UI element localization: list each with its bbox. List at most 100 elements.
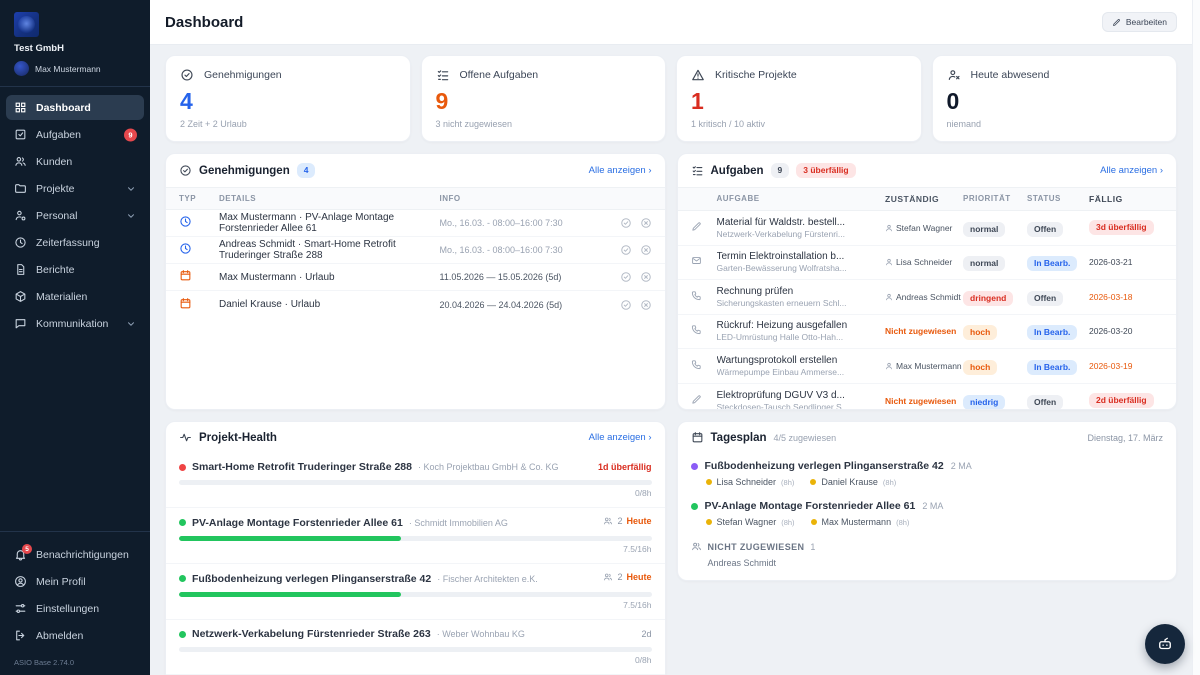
reject-icon[interactable] bbox=[640, 299, 652, 311]
sidebar-item-label: Abmelden bbox=[36, 630, 83, 642]
project-name: PV-Anlage Montage Forstenrieder Allee 61 bbox=[192, 517, 403, 529]
approval-info: Mo., 16.03. - 08:00–16:00 7:30 bbox=[440, 218, 610, 228]
approval-row[interactable]: Max Mustermann · Urlaub 11.05.2026 — 15.… bbox=[166, 264, 665, 291]
tasks-panel: Aufgaben 9 3 überfällig Alle anzeigen › … bbox=[677, 153, 1178, 410]
project-status-dot bbox=[179, 575, 186, 582]
approve-icon[interactable] bbox=[620, 299, 632, 311]
task-row[interactable]: Rechnung prüfenSicherungskasten erneuern… bbox=[678, 280, 1177, 315]
dayplan-person: Max Mustermann(8h) bbox=[811, 517, 910, 527]
dayplan-ma-count: 2 MA bbox=[951, 461, 972, 471]
stat-card-heute-abwesend[interactable]: Heute abwesend 0 niemand bbox=[932, 55, 1178, 142]
due-date: 2026-03-21 bbox=[1089, 257, 1163, 267]
reject-icon[interactable] bbox=[640, 217, 652, 229]
sidebar-item-abmelden[interactable]: Abmelden bbox=[6, 623, 144, 648]
alert-triangle-icon bbox=[691, 68, 705, 82]
dayplan-item[interactable]: PV-Anlage Montage Forstenrieder Allee 61… bbox=[678, 493, 1177, 533]
approve-icon[interactable] bbox=[620, 244, 632, 256]
approval-row[interactable]: Andreas Schmidt · Smart-Home Retrofit Tr… bbox=[166, 237, 665, 264]
project-hours: 0/8h bbox=[179, 488, 652, 498]
company-name: Test GmbH bbox=[14, 43, 136, 54]
task-title: Rechnung prüfen bbox=[717, 286, 880, 297]
sidebar-item-mein-profil[interactable]: Mein Profil bbox=[6, 569, 144, 594]
sidebar-item-kunden[interactable]: Kunden bbox=[6, 149, 144, 174]
due-badge: 2d überfällig bbox=[1089, 393, 1154, 408]
task-row[interactable]: Elektroprüfung DGUV V3 d...Steckdosen-Ta… bbox=[678, 384, 1177, 410]
stat-card-genehmigungen[interactable]: Genehmigungen 4 2 Zeit + 2 Urlaub bbox=[165, 55, 411, 142]
pencil-icon bbox=[691, 394, 702, 405]
stat-sub: niemand bbox=[947, 119, 1163, 129]
panel-title: Genehmigungen bbox=[199, 165, 290, 177]
edit-button[interactable]: Bearbeiten bbox=[1102, 12, 1177, 32]
calendar-icon bbox=[179, 269, 192, 282]
priority-badge: normal bbox=[963, 256, 1005, 271]
project-health-panel: Projekt-Health Alle anzeigen › Smart-Hom… bbox=[165, 421, 666, 675]
task-subtitle: Sicherungskasten erneuern Schl... bbox=[717, 298, 880, 308]
task-assignee: Lisa Schneider bbox=[896, 257, 952, 267]
project-row[interactable]: Netzwerk-Verkabelung Fürstenrieder Straß… bbox=[166, 620, 665, 675]
stat-value: 0 bbox=[947, 90, 1163, 113]
main-area: Dashboard Bearbeiten Genehmigungen 4 2 Z… bbox=[150, 0, 1192, 675]
page-title: Dashboard bbox=[165, 14, 243, 31]
project-hours: 0/8h bbox=[179, 655, 652, 665]
sidebar-item-projekte[interactable]: Projekte bbox=[6, 176, 144, 201]
task-title: Termin Elektroinstallation b... bbox=[717, 251, 880, 262]
sidebar-item-kommunikation[interactable]: Kommunikation bbox=[6, 311, 144, 336]
sidebar-item-materialien[interactable]: Materialien bbox=[6, 284, 144, 309]
dayplan-item[interactable]: Fußbodenheizung verlegen Plinganserstraß… bbox=[678, 453, 1177, 493]
sidebar-item-label: Aufgaben bbox=[36, 129, 81, 141]
projects-see-all-link[interactable]: Alle anzeigen › bbox=[589, 432, 652, 443]
dayplan-unassigned-section: NICHT ZUGEWIESEN 1 Andreas Schmidt bbox=[678, 533, 1177, 580]
approval-row[interactable]: Daniel Krause · Urlaub 20.04.2026 — 24.0… bbox=[166, 291, 665, 318]
sidebar-item-einstellungen[interactable]: Einstellungen bbox=[6, 596, 144, 621]
sidebar-item-personal[interactable]: Personal bbox=[6, 203, 144, 228]
page-scrollbar[interactable] bbox=[1192, 0, 1200, 675]
stat-card-kritische-projekte[interactable]: Kritische Projekte 1 1 kritisch / 10 akt… bbox=[676, 55, 922, 142]
sidebar-item-aufgaben[interactable]: Aufgaben 9 bbox=[6, 122, 144, 147]
reject-icon[interactable] bbox=[640, 244, 652, 256]
reject-icon[interactable] bbox=[640, 271, 652, 283]
task-row[interactable]: Material für Waldstr. bestell...Netzwerk… bbox=[678, 211, 1177, 246]
chevron-down-icon bbox=[126, 319, 136, 329]
task-row[interactable]: Termin Elektroinstallation b...Garten-Be… bbox=[678, 246, 1177, 281]
stat-card-offene-aufgaben[interactable]: Offene Aufgaben 9 3 nicht zugewiesen bbox=[421, 55, 667, 142]
approval-details: Max Mustermann · PV-Anlage Montage Forst… bbox=[219, 212, 440, 234]
robot-icon bbox=[1156, 635, 1174, 653]
task-row[interactable]: Wartungsprotokoll erstellenWärmepumpe Ei… bbox=[678, 349, 1177, 384]
assistant-fab-button[interactable] bbox=[1145, 624, 1185, 664]
sidebar-item-zeiterfassung[interactable]: Zeiterfassung bbox=[6, 230, 144, 255]
dayplan-panel: Tagesplan 4/5 zugewiesen Dienstag, 17. M… bbox=[677, 421, 1178, 581]
dayplan-project-name: PV-Anlage Montage Forstenrieder Allee 61 bbox=[705, 500, 916, 512]
project-status-dot bbox=[179, 464, 186, 471]
phone-icon bbox=[691, 290, 702, 301]
dayplan-person: Daniel Krause(8h) bbox=[810, 477, 896, 487]
project-row[interactable]: Smart-Home Retrofit Truderinger Straße 2… bbox=[166, 453, 665, 508]
stat-label: Offene Aufgaben bbox=[460, 69, 539, 81]
task-title: Material für Waldstr. bestell... bbox=[717, 217, 880, 228]
user-x-icon bbox=[947, 68, 961, 82]
person-dot bbox=[706, 519, 712, 525]
status-badge: In Bearb. bbox=[1027, 360, 1077, 375]
task-row[interactable]: Rückruf: Heizung ausgefallenLED-Umrüstun… bbox=[678, 315, 1177, 350]
approvals-see-all-link[interactable]: Alle anzeigen › bbox=[589, 165, 652, 176]
stat-label: Kritische Projekte bbox=[715, 69, 797, 81]
current-user[interactable]: Max Mustermann bbox=[14, 61, 136, 76]
sidebar-item-berichte[interactable]: Berichte bbox=[6, 257, 144, 282]
sidebar-item-label: Zeiterfassung bbox=[36, 237, 100, 249]
panel-title: Tagesplan bbox=[711, 432, 767, 444]
project-due: 1d überfällig bbox=[598, 462, 652, 472]
tasks-see-all-link[interactable]: Alle anzeigen › bbox=[1100, 165, 1163, 176]
sidebar-item-label: Einstellungen bbox=[36, 603, 99, 615]
approvals-panel: Genehmigungen 4 Alle anzeigen › Typ Deta… bbox=[165, 153, 666, 410]
approve-icon[interactable] bbox=[620, 271, 632, 283]
dayplan-ma-count: 2 MA bbox=[922, 501, 943, 511]
approval-row[interactable]: Max Mustermann · PV-Anlage Montage Forst… bbox=[166, 210, 665, 237]
approval-details: Daniel Krause · Urlaub bbox=[219, 299, 440, 310]
approve-icon[interactable] bbox=[620, 217, 632, 229]
sidebar-item-benachrichtigungen[interactable]: 5 Benachrichtigungen bbox=[6, 542, 144, 567]
project-row[interactable]: PV-Anlage Montage Forstenrieder Allee 61… bbox=[166, 508, 665, 564]
sidebar-item-dashboard[interactable]: Dashboard bbox=[6, 95, 144, 120]
project-row[interactable]: Fußbodenheizung verlegen Plinganserstraß… bbox=[166, 564, 665, 620]
task-assignee: Nicht zugewiesen bbox=[885, 396, 963, 406]
progress-bar bbox=[179, 592, 652, 597]
dayplan-assigned-meta: 4/5 zugewiesen bbox=[774, 433, 837, 443]
